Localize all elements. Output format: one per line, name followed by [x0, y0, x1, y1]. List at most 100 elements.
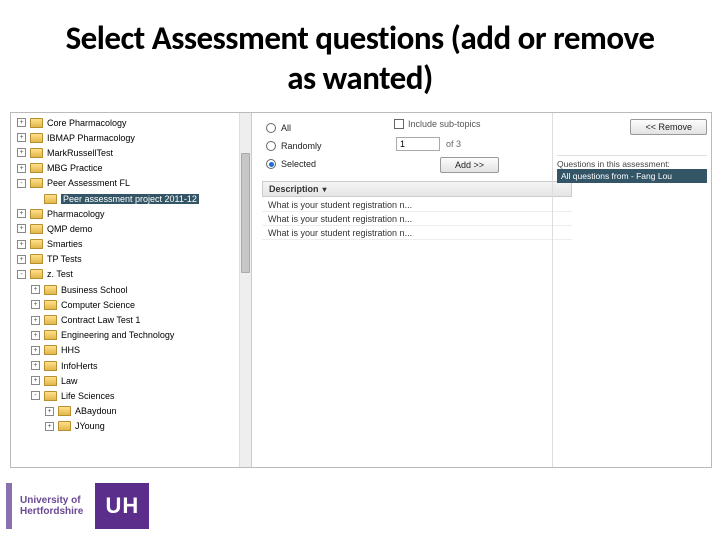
tree-item-label: Computer Science — [61, 300, 135, 310]
folder-icon — [44, 194, 57, 204]
expand-icon[interactable]: + — [17, 209, 26, 218]
include-subtopics-label: Include sub-topics — [408, 119, 481, 129]
logo-text-line1: University of — [20, 495, 83, 506]
collapse-icon[interactable]: - — [31, 391, 40, 400]
question-row[interactable]: What is your student registration n... — [262, 212, 572, 226]
expand-icon[interactable]: + — [31, 376, 40, 385]
question-row[interactable]: What is your student registration n... — [262, 226, 572, 240]
expand-icon[interactable]: + — [17, 224, 26, 233]
tree-item[interactable]: +HHS — [17, 343, 251, 358]
tree-item-label: InfoHerts — [61, 361, 98, 371]
panel-divider — [552, 113, 553, 467]
tree-item[interactable]: + TP Tests — [17, 252, 251, 267]
tree-item-label: Contract Law Test 1 — [61, 315, 140, 325]
expand-icon[interactable]: + — [31, 285, 40, 294]
expand-icon[interactable]: + — [45, 422, 54, 431]
expand-icon[interactable]: + — [31, 331, 40, 340]
tree-item[interactable]: + Contract Law Test 1 — [17, 312, 251, 327]
description-header-label: Description — [269, 184, 319, 194]
tree-scrollbar[interactable] — [239, 113, 251, 467]
collapse-icon[interactable]: - — [17, 179, 26, 188]
radio-all-label: All — [281, 123, 291, 133]
folder-icon — [44, 285, 57, 295]
folder-icon — [58, 406, 71, 416]
checkbox-include-subtopics[interactable] — [394, 119, 404, 129]
tree-item[interactable]: +MBG Practice — [17, 161, 251, 176]
radio-all[interactable] — [266, 123, 276, 133]
folder-icon — [58, 421, 71, 431]
folder-icon — [44, 376, 57, 386]
collapse-icon[interactable]: - — [17, 270, 26, 279]
tree-item-label: Pharmacology — [47, 209, 105, 219]
folder-icon — [30, 133, 43, 143]
expand-icon[interactable]: + — [17, 133, 26, 142]
radio-selected[interactable] — [266, 159, 276, 169]
tree-scroll-thumb[interactable] — [241, 153, 250, 273]
tree-item-label: ABaydoun — [75, 406, 117, 416]
tree-item[interactable]: + Smarties — [17, 237, 251, 252]
folder-icon — [30, 254, 43, 264]
slide-title: Select Assessment questions (add or remo… — [0, 0, 720, 110]
tree-item[interactable]: +Business School — [17, 282, 251, 297]
logo-accent-bar — [6, 483, 12, 529]
folder-icon — [30, 163, 43, 173]
assessment-question-row[interactable]: All questions from - Fang Lou — [557, 169, 707, 183]
tree-item[interactable]: +IBMAP Pharmacology — [17, 130, 251, 145]
question-list[interactable]: What is your student registration n...Wh… — [262, 198, 572, 240]
tree-item-label: Core Pharmacology — [47, 118, 127, 128]
tree-item[interactable]: + QMP demo — [17, 221, 251, 236]
folder-icon — [44, 361, 57, 371]
tree-item-label: Smarties — [47, 239, 83, 249]
tree-item[interactable]: - Peer Assessment FL — [17, 176, 251, 191]
random-count-input[interactable] — [396, 137, 440, 151]
tree-item[interactable]: +Law — [17, 373, 251, 388]
random-count-total: of 3 — [446, 139, 461, 149]
logo-uh-mark: UH — [95, 483, 149, 529]
expand-icon[interactable]: + — [31, 361, 40, 370]
folder-icon — [44, 300, 57, 310]
tree-item-label: Engineering and Technology — [61, 330, 174, 340]
tree-item[interactable]: + ABaydoun — [17, 404, 251, 419]
folder-icon — [30, 209, 43, 219]
tree-item[interactable]: -Life Sciences — [17, 388, 251, 403]
radio-selected-label: Selected — [281, 159, 316, 169]
expand-icon[interactable]: + — [17, 148, 26, 157]
remove-button[interactable]: << Remove — [630, 119, 707, 135]
assessment-questions-header: Questions in this assessment: — [557, 155, 707, 169]
folder-icon — [30, 239, 43, 249]
tree-item[interactable]: + Core Pharmacology — [17, 115, 251, 130]
expand-icon[interactable]: + — [31, 346, 40, 355]
description-column-header[interactable]: Description ▾ — [262, 181, 572, 197]
tree-item[interactable]: + MarkRussellTest — [17, 145, 251, 160]
expand-icon[interactable]: + — [31, 300, 40, 309]
tree-item[interactable]: - z. Test — [17, 267, 251, 282]
tree-item[interactable]: + Pharmacology — [17, 206, 251, 221]
radio-randomly[interactable] — [266, 141, 276, 151]
expand-icon[interactable]: + — [45, 407, 54, 416]
selection-panel: All Include sub-topics Randomly of 3 — [252, 113, 711, 467]
tree-item[interactable]: + InfoHerts — [17, 358, 251, 373]
tree-item-label: QMP demo — [47, 224, 92, 234]
tree-item-label: TP Tests — [47, 254, 82, 264]
expand-icon[interactable]: + — [17, 164, 26, 173]
folder-icon — [30, 224, 43, 234]
expand-icon[interactable]: + — [31, 316, 40, 325]
folder-icon — [44, 330, 57, 340]
tree-item[interactable]: +JYoung — [17, 419, 251, 434]
folder-icon — [30, 148, 43, 158]
radio-randomly-label: Randomly — [281, 141, 322, 151]
topic-tree[interactable]: +Core Pharmacology+IBMAP Pharmacology+Ma… — [11, 113, 252, 467]
university-logo: University of Hertfordshire UH — [6, 482, 149, 530]
expand-icon[interactable]: + — [17, 255, 26, 264]
folder-icon — [44, 315, 57, 325]
tree-item-label: z. Test — [47, 269, 73, 279]
tree-item[interactable]: Peer assessment project 2011-12 — [17, 191, 251, 206]
tree-item-label: Peer Assessment FL — [47, 178, 130, 188]
expand-icon[interactable]: + — [17, 240, 26, 249]
tree-item[interactable]: + Engineering and Technology — [17, 328, 251, 343]
expand-icon[interactable]: + — [17, 118, 26, 127]
question-row[interactable]: What is your student registration n... — [262, 198, 572, 212]
tree-item-label: MarkRussellTest — [47, 148, 113, 158]
add-button[interactable]: Add >> — [440, 157, 499, 173]
tree-item[interactable]: + Computer Science — [17, 297, 251, 312]
